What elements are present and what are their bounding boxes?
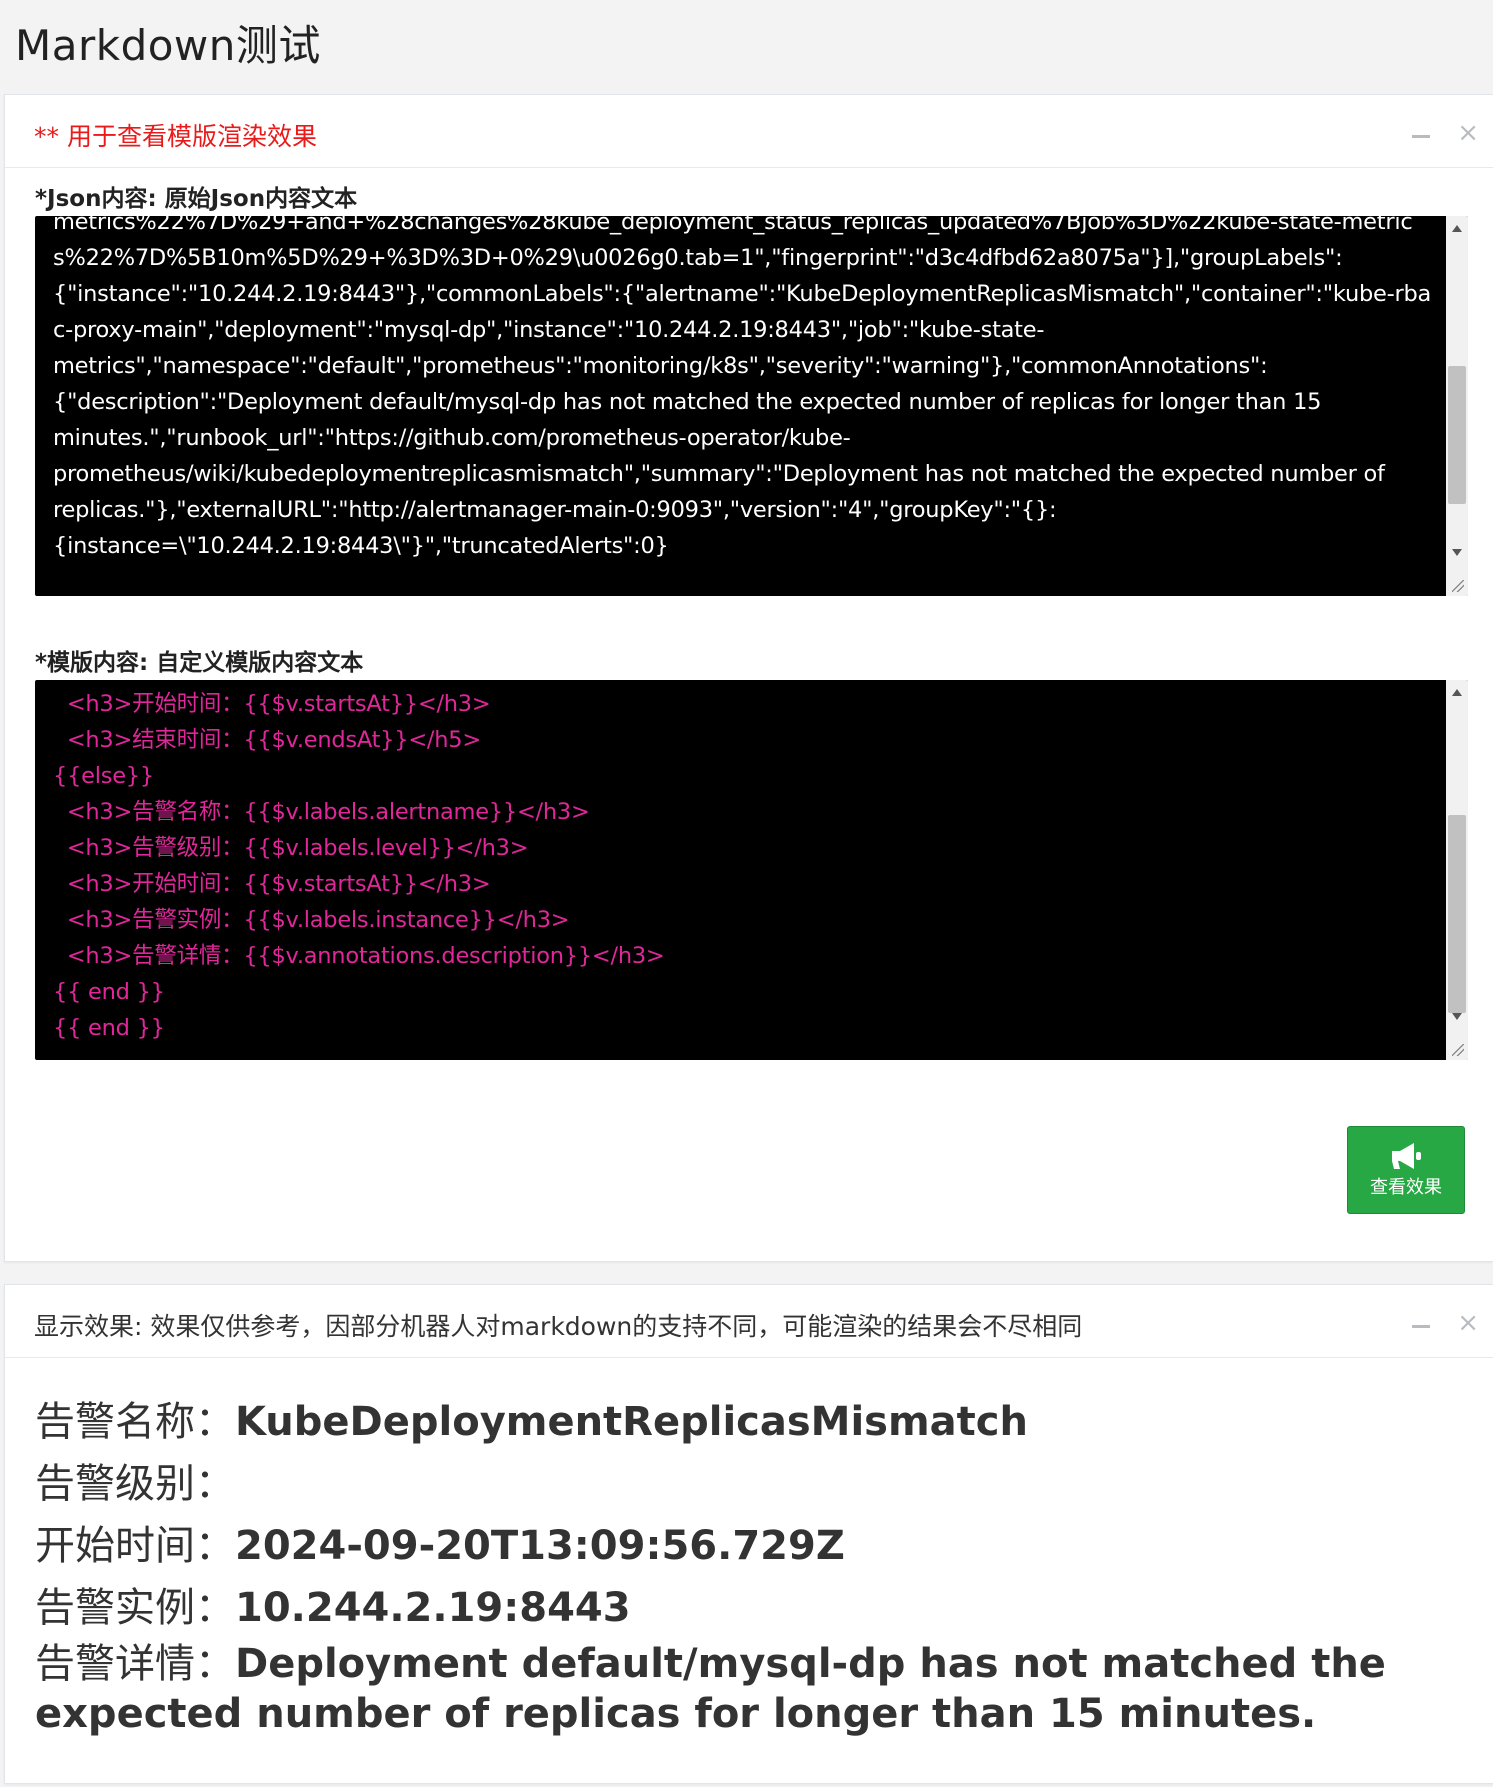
megaphone-icon [1392, 1143, 1421, 1169]
page-title: Markdown测试 [15, 21, 321, 70]
render-preview: 告警名称：KubeDeploymentReplicasMismatch 告警级别… [35, 1391, 1453, 1739]
view-effect-button-label: 查看效果 [1370, 1177, 1442, 1198]
template-scrollbar[interactable] [1446, 680, 1468, 1060]
preview-key: 告警名称： [35, 1399, 235, 1445]
json-content-textarea[interactable]: metrics%22%7D%29+and+%28changes%28kube_d… [35, 216, 1468, 596]
preview-row-starts-at: 开始时间：2024-09-20T13:09:56.729Z [35, 1515, 1453, 1577]
resize-grip-icon[interactable] [1446, 574, 1468, 596]
editor-panel: ** 用于查看模版渲染效果 × *Json内容: 原始Json内容文本 metr… [4, 94, 1493, 1262]
scroll-up-icon[interactable] [1452, 689, 1462, 696]
json-content-text: metrics%22%7D%29+and+%28changes%28kube_d… [53, 216, 1432, 559]
close-icon[interactable]: × [1457, 1310, 1479, 1336]
minus-icon[interactable] [1411, 123, 1431, 143]
view-effect-button[interactable]: 查看效果 [1347, 1126, 1465, 1214]
preview-row-description: 告警详情：Deployment default/mysql-dp has not… [35, 1639, 1453, 1739]
preview-panel-header: 显示效果: 效果仅供参考，因部分机器人对markdown的支持不同，可能渲染的结… [5, 1285, 1493, 1358]
preview-key: 告警级别： [35, 1461, 235, 1507]
preview-panel: 显示效果: 效果仅供参考，因部分机器人对markdown的支持不同，可能渲染的结… [4, 1284, 1493, 1784]
editor-panel-header: ** 用于查看模版渲染效果 × [5, 95, 1493, 168]
template-content-text: <h3>开始时间：{{$v.startsAt}}</h3> <h3>结束时间：{… [53, 691, 665, 1041]
preview-value: 10.244.2.19:8443 [235, 1585, 631, 1631]
scroll-down-icon[interactable] [1452, 549, 1462, 556]
template-content-label: *模版内容: 自定义模版内容文本 [35, 650, 364, 676]
json-scrollbar[interactable] [1446, 216, 1468, 596]
preview-row-instance: 告警实例：10.244.2.19:8443 [35, 1577, 1453, 1639]
preview-key: 告警实例： [35, 1585, 235, 1631]
close-icon[interactable]: × [1457, 120, 1479, 146]
preview-panel-tools: × [1411, 1310, 1479, 1336]
preview-key: 告警详情： [35, 1641, 235, 1687]
preview-row-level: 告警级别： [35, 1453, 1453, 1515]
json-content-label: *Json内容: 原始Json内容文本 [35, 186, 358, 212]
editor-panel-tools: × [1411, 120, 1479, 146]
scroll-thumb[interactable] [1448, 815, 1466, 1013]
resize-grip-icon[interactable] [1446, 1038, 1468, 1060]
preview-value: KubeDeploymentReplicasMismatch [235, 1399, 1028, 1445]
scroll-down-icon[interactable] [1452, 1013, 1462, 1020]
preview-panel-title: 显示效果: 效果仅供参考，因部分机器人对markdown的支持不同，可能渲染的结… [34, 1312, 1083, 1341]
minus-icon[interactable] [1411, 1313, 1431, 1333]
scroll-thumb[interactable] [1448, 366, 1466, 504]
template-content-textarea[interactable]: <h3>开始时间：{{$v.startsAt}}</h3> <h3>结束时间：{… [35, 680, 1468, 1060]
scroll-up-icon[interactable] [1452, 225, 1462, 232]
preview-value: Deployment default/mysql-dp has not matc… [35, 1641, 1386, 1737]
preview-key: 开始时间： [35, 1523, 235, 1569]
preview-row-alertname: 告警名称：KubeDeploymentReplicasMismatch [35, 1391, 1453, 1453]
preview-value: 2024-09-20T13:09:56.729Z [235, 1523, 845, 1569]
editor-panel-title: ** 用于查看模版渲染效果 [34, 122, 317, 151]
